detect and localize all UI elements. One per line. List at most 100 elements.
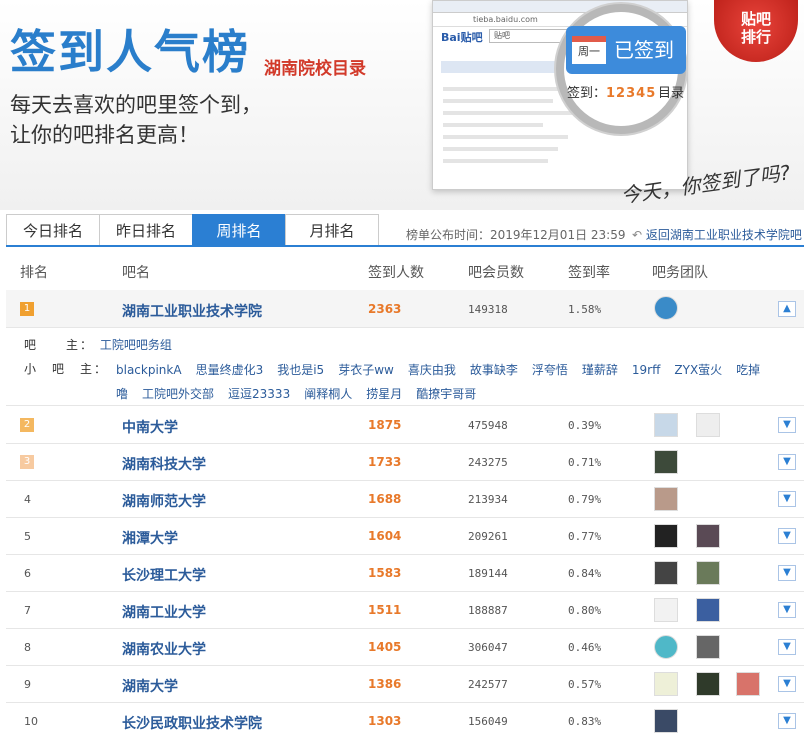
team-avatar[interactable] bbox=[696, 524, 720, 548]
member-count-cell: 209261 bbox=[468, 530, 508, 543]
expand-toggle-button[interactable]: ▼ bbox=[778, 417, 796, 433]
table-row[interactable]: 10 长沙民政职业技术学院 1303 156049 0.83% ▼ bbox=[6, 703, 804, 739]
shot-text-line bbox=[443, 135, 568, 139]
team-avatar[interactable] bbox=[654, 487, 678, 511]
table-row[interactable]: 4 湖南师范大学 1688 213934 0.79% ▼ bbox=[6, 481, 804, 518]
calendar-icon: 周一 bbox=[572, 36, 606, 64]
sign-rate-cell: 0.83% bbox=[568, 715, 602, 728]
sign-count-cell: 1733 bbox=[368, 455, 402, 469]
expand-toggle-button[interactable]: ▼ bbox=[778, 676, 796, 692]
sub-manager[interactable]: 噜 bbox=[116, 387, 128, 401]
sub-manager[interactable]: 瑾薪辞 bbox=[582, 363, 618, 377]
sub-manager[interactable]: 我也是i5 bbox=[277, 363, 324, 377]
collapse-toggle-button[interactable]: ▲ bbox=[778, 301, 796, 317]
team-avatar[interactable] bbox=[696, 413, 720, 437]
forum-name[interactable]: 长沙民政职业技术学院 bbox=[122, 713, 262, 733]
sub-manager[interactable]: 19rff bbox=[632, 363, 660, 377]
expand-toggle-button[interactable]: ▼ bbox=[778, 713, 796, 729]
team-avatar[interactable] bbox=[654, 635, 678, 659]
sign-rate-cell: 0.71% bbox=[568, 456, 602, 469]
tab-today[interactable]: 今日排名 bbox=[6, 214, 100, 246]
table-row[interactable]: 9 湖南大学 1386 242577 0.57% ▼ bbox=[6, 666, 804, 703]
sub-manager[interactable]: 浮夸悟 bbox=[532, 363, 568, 377]
team-avatar[interactable] bbox=[654, 561, 678, 585]
team-avatar[interactable] bbox=[654, 672, 678, 696]
back-link[interactable]: ↶ 返回湖南工业职业技术学院吧 bbox=[632, 226, 802, 243]
sub-manager[interactable]: 思量终虚化3 bbox=[196, 363, 264, 377]
sign-count-cell: 1386 bbox=[368, 677, 402, 691]
team-avatar[interactable] bbox=[696, 672, 720, 696]
back-arrow-icon: ↶ bbox=[632, 228, 643, 242]
sign-rate-cell: 0.46% bbox=[568, 641, 602, 654]
forum-name[interactable]: 长沙理工大学 bbox=[122, 565, 206, 585]
table-row[interactable]: 6 长沙理工大学 1583 189144 0.84% ▼ bbox=[6, 555, 804, 592]
forum-name[interactable]: 中南大学 bbox=[122, 417, 178, 437]
sign-rate-cell: 0.39% bbox=[568, 419, 602, 432]
forum-name[interactable]: 湖南工业职业技术学院 bbox=[122, 301, 262, 321]
rank-number: 9 bbox=[24, 678, 31, 691]
sub-manager[interactable]: 工院吧外交部 bbox=[142, 387, 214, 401]
rank-number: 10 bbox=[24, 715, 38, 728]
sub-manager[interactable]: 逗逗23333 bbox=[228, 387, 290, 401]
expand-toggle-button[interactable]: ▼ bbox=[778, 639, 796, 655]
table-row[interactable]: 8 湖南农业大学 1405 306047 0.46% ▼ bbox=[6, 629, 804, 666]
sub-manager[interactable]: 故事缺李 bbox=[470, 363, 518, 377]
expand-toggle-button[interactable]: ▼ bbox=[778, 602, 796, 618]
sign-count: 签到：12345 bbox=[567, 82, 656, 101]
sub-manager[interactable]: 酷撩宇哥哥 bbox=[416, 387, 476, 401]
tab-week[interactable]: 周排名 bbox=[192, 214, 286, 246]
sign-count-cell: 1405 bbox=[368, 640, 402, 654]
chevron-down-icon: ▼ bbox=[783, 604, 791, 615]
sub-manager[interactable]: 捞星月 bbox=[366, 387, 402, 401]
sign-count-cell: 1583 bbox=[368, 566, 402, 580]
sub-manager[interactable]: 吃掉 bbox=[736, 363, 760, 377]
sub-manager[interactable]: 喜庆由我 bbox=[408, 363, 456, 377]
table-row[interactable]: 7 湖南工业大学 1511 188887 0.80% ▼ bbox=[6, 592, 804, 629]
forum-name[interactable]: 湖南科技大学 bbox=[122, 454, 206, 474]
slogan: 每天去喜欢的吧里签个到， 让你的吧排名更高！ bbox=[10, 90, 262, 150]
chevron-down-icon: ▼ bbox=[783, 530, 791, 541]
chevron-down-icon: ▼ bbox=[783, 678, 791, 689]
col-rate: 签到率 bbox=[568, 265, 610, 281]
forum-name[interactable]: 湖南师范大学 bbox=[122, 491, 206, 511]
forum-name[interactable]: 湖南大学 bbox=[122, 676, 178, 696]
sub-manager[interactable]: ZYX萤火 bbox=[674, 363, 722, 377]
sign-count-label: 签到： bbox=[567, 86, 607, 101]
forum-name[interactable]: 湘潭大学 bbox=[122, 528, 178, 548]
tab-month[interactable]: 月排名 bbox=[285, 214, 379, 246]
team-avatar[interactable] bbox=[654, 296, 678, 320]
row-detail-panel: 吧 主： 工院吧吧务组 小 吧 主： blackpinkA 思量终虚化3 我也是i5… bbox=[6, 328, 804, 406]
table-row[interactable]: 1 湖南工业职业技术学院 2363 149318 1.58% ▲ bbox=[6, 290, 804, 328]
forum-name[interactable]: 湖南农业大学 bbox=[122, 639, 206, 659]
sign-count-cell: 1875 bbox=[368, 418, 402, 432]
expand-toggle-button[interactable]: ▼ bbox=[778, 454, 796, 470]
sign-count-cell: 2363 bbox=[368, 302, 402, 316]
table-row[interactable]: 5 湘潭大学 1604 209261 0.77% ▼ bbox=[6, 518, 804, 555]
team-avatar[interactable] bbox=[654, 598, 678, 622]
chevron-down-icon: ▼ bbox=[783, 641, 791, 652]
team-avatar[interactable] bbox=[654, 709, 678, 733]
team-avatar[interactable] bbox=[696, 635, 720, 659]
tab-yesterday[interactable]: 昨日排名 bbox=[99, 214, 193, 246]
team-avatar[interactable] bbox=[736, 672, 760, 696]
rank-number: 6 bbox=[24, 567, 31, 580]
sub-manager[interactable]: blackpinkA bbox=[116, 363, 182, 377]
sub-manager[interactable]: 芽衣子ww bbox=[338, 363, 394, 377]
chevron-down-icon: ▼ bbox=[783, 567, 791, 578]
team-avatar[interactable] bbox=[654, 450, 678, 474]
expand-toggle-button[interactable]: ▼ bbox=[778, 528, 796, 544]
col-team: 吧务团队 bbox=[652, 265, 708, 281]
table-row[interactable]: 2 中南大学 1875 475948 0.39% ▼ bbox=[6, 407, 804, 444]
team-avatar[interactable] bbox=[654, 524, 678, 548]
shot-text-line bbox=[443, 159, 548, 163]
manager-name[interactable]: 工院吧吧务组 bbox=[100, 338, 172, 352]
team-avatar[interactable] bbox=[696, 561, 720, 585]
forum-name[interactable]: 湖南工业大学 bbox=[122, 602, 206, 622]
sign-count-value: 12345 bbox=[606, 86, 657, 101]
team-avatar[interactable] bbox=[654, 413, 678, 437]
sub-manager[interactable]: 阐释桐人 bbox=[304, 387, 352, 401]
expand-toggle-button[interactable]: ▼ bbox=[778, 565, 796, 581]
table-row[interactable]: 3 湖南科技大学 1733 243275 0.71% ▼ bbox=[6, 444, 804, 481]
team-avatar[interactable] bbox=[696, 598, 720, 622]
expand-toggle-button[interactable]: ▼ bbox=[778, 491, 796, 507]
